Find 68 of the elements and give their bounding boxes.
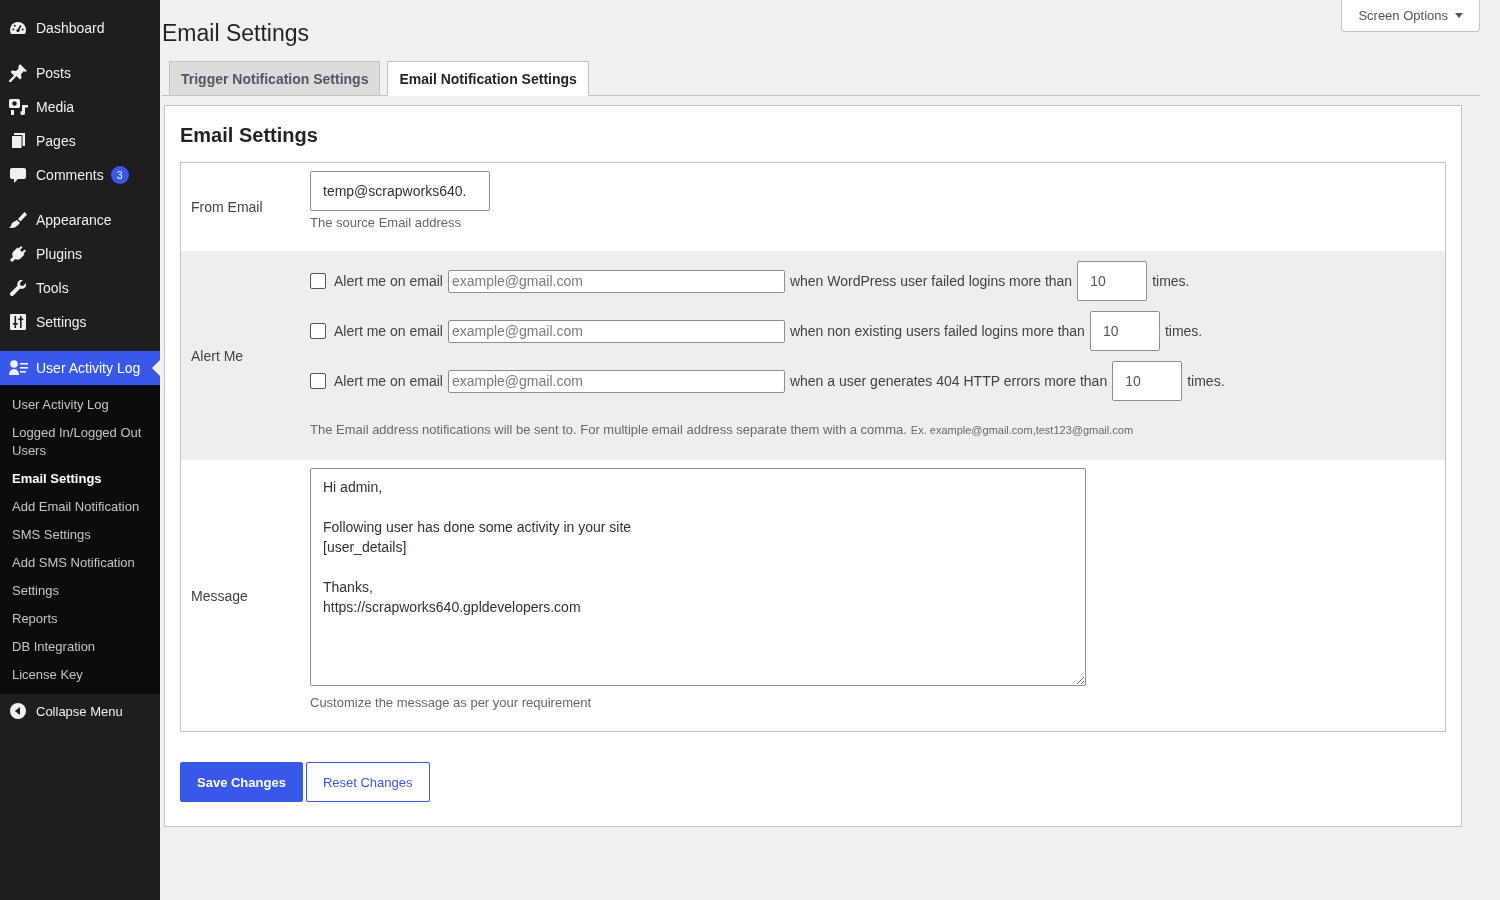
submenu-item[interactable]: DB Integration xyxy=(0,633,160,661)
checkbox[interactable] xyxy=(310,373,326,389)
sliders-icon xyxy=(10,314,26,330)
left-arrow-circle-icon xyxy=(10,703,26,719)
reset-button[interactable]: Reset Changes xyxy=(305,762,430,802)
submenu-item[interactable]: Add Email Notification xyxy=(0,493,160,521)
menu-item[interactable]: Tools xyxy=(0,271,160,305)
field-label: Alert Me xyxy=(190,347,245,364)
field-description: Customize the message as per your requirement xyxy=(310,694,592,712)
field-description: The source Email address xyxy=(310,214,461,232)
times-label: times. xyxy=(1187,373,1225,389)
menu-item[interactable]: Dashboard xyxy=(0,11,160,45)
page-title: Email Settings xyxy=(162,19,309,48)
email-input[interactable]: example@gmail.com xyxy=(447,269,785,293)
wrench-icon xyxy=(9,280,27,296)
email-input[interactable]: example@gmail.com xyxy=(447,319,785,343)
save-button[interactable]: Save Changes xyxy=(180,762,303,802)
screen-options-button[interactable]: Screen Options xyxy=(1341,0,1480,32)
submenu-item[interactable]: Reports xyxy=(0,605,160,633)
number-input[interactable]: 10 xyxy=(1112,361,1183,401)
condition-text: when non existing users failed logins more than xyxy=(789,323,1085,339)
submenu-item[interactable]: Email Settings xyxy=(0,465,160,493)
number-input[interactable]: 10 xyxy=(1077,261,1148,301)
menu-item[interactable]: Pages xyxy=(0,124,160,158)
alert-label: Alert me on email xyxy=(334,273,443,289)
documents-icon xyxy=(11,133,25,149)
menu-item[interactable]: Media xyxy=(0,90,160,124)
times-label: times. xyxy=(1152,273,1190,289)
user-list-icon xyxy=(8,360,28,376)
alert-label: Alert me on email xyxy=(334,373,443,389)
menu-item[interactable]: Appearance xyxy=(0,203,160,237)
checkbox[interactable] xyxy=(310,323,326,339)
field-description: The Email address notifications will be sent to. For multiple email address separate them with a comma. xyxy=(310,421,907,439)
menu-item[interactable]: User Activity Log xyxy=(0,351,160,385)
submenu-item[interactable]: SMS Settings xyxy=(0,521,160,549)
tab[interactable]: Email Notification Settings xyxy=(387,61,589,96)
paintbrush-icon xyxy=(9,212,27,228)
email-input[interactable]: example@gmail.com xyxy=(447,369,785,393)
speech-bubble-icon xyxy=(10,167,26,183)
field-label: Message xyxy=(190,587,249,604)
triangle-icon xyxy=(152,360,160,376)
example-text: Ex. example@gmail.com,test123@gmail.com xyxy=(910,423,1134,438)
submenu-item[interactable]: Settings xyxy=(0,577,160,605)
message-textarea[interactable]: Hi admin, Following user has done some activity in your site [user_details] Thanks, https://scrapworks640.gpldevelopers.com xyxy=(310,468,1086,686)
photo-music-icon xyxy=(8,99,28,115)
checkbox[interactable] xyxy=(310,273,326,289)
gauge-icon xyxy=(10,22,26,34)
menu-item[interactable]: Plugins xyxy=(0,237,160,271)
condition-text: when a user generates 404 HTTP errors more than xyxy=(789,373,1108,389)
menu-item[interactable]: Settings xyxy=(0,305,160,339)
pushpin-icon xyxy=(9,64,27,82)
submenu-item[interactable]: License Key xyxy=(0,661,160,689)
field-label: From Email xyxy=(190,199,264,215)
menu-item[interactable]: Comments 3 xyxy=(0,158,160,192)
submenu-item[interactable]: Add SMS Notification xyxy=(0,549,160,577)
caret-icon xyxy=(1455,13,1463,18)
from-email-input[interactable]: temp@scrapworks640. xyxy=(310,171,490,211)
submenu-item[interactable]: User Activity Log xyxy=(0,391,160,419)
count-badge: 3 xyxy=(110,166,129,184)
submenu-item[interactable]: Logged In/Logged Out Users xyxy=(0,419,160,465)
condition-text: when WordPress user failed logins more than xyxy=(789,273,1073,289)
section-heading: Email Settings xyxy=(180,123,319,148)
number-input[interactable]: 10 xyxy=(1089,311,1160,351)
tab[interactable]: Trigger Notification Settings xyxy=(169,61,381,96)
alert-label: Alert me on email xyxy=(334,323,443,339)
times-label: times. xyxy=(1164,323,1203,339)
menu-item[interactable]: Posts xyxy=(0,56,160,90)
plug-icon xyxy=(10,246,26,262)
